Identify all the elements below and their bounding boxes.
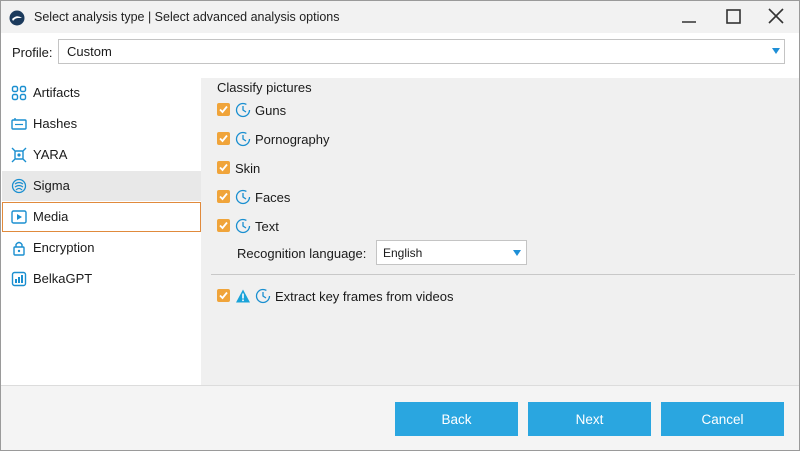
sidebar-item-label: BelkaGPT (33, 271, 93, 286)
checkbox[interactable] (217, 161, 230, 174)
window-title: Select analysis type | Select advanced a… (34, 10, 340, 24)
next-button[interactable]: Next (528, 402, 651, 436)
chevron-down-icon[interactable] (513, 250, 521, 256)
recognition-language-label: Recognition language: (237, 246, 367, 261)
checkbox[interactable] (217, 103, 230, 116)
yara-icon (11, 147, 27, 163)
sidebar-item-label: Artifacts (33, 85, 80, 100)
belkagpt-icon (11, 271, 27, 287)
sidebar-item-belkagpt[interactable]: BelkaGPT (2, 264, 201, 294)
warning-icon (236, 289, 250, 303)
divider (211, 274, 795, 275)
maximize-icon[interactable] (719, 5, 747, 29)
checkbox[interactable] (217, 190, 230, 203)
profile-label: Profile: (12, 45, 53, 60)
cancel-button[interactable]: Cancel (661, 402, 784, 436)
sidebar-item-label: Hashes (33, 116, 78, 131)
media-icon (11, 210, 27, 224)
checkbox[interactable] (217, 289, 230, 302)
clock-icon (235, 102, 251, 118)
sidebar-item-hashes[interactable]: Hashes (2, 109, 201, 139)
sidebar-item-media[interactable]: Media (2, 202, 201, 232)
profile-row: Profile: Custom (1, 37, 799, 67)
clock-icon (235, 131, 251, 147)
sigma-icon (11, 178, 27, 194)
back-button[interactable]: Back (395, 402, 518, 436)
checkbox[interactable] (217, 219, 230, 232)
footer: Back Next Cancel (1, 386, 799, 450)
title-bar: Select analysis type | Select advanced a… (1, 1, 799, 33)
option-label: Pornography (255, 132, 330, 147)
hashes-icon (11, 118, 27, 130)
option-label: Faces (255, 190, 291, 205)
sidebar-item-artifacts[interactable]: Artifacts (2, 78, 201, 108)
clock-icon (255, 288, 271, 304)
minimize-icon[interactable] (675, 5, 703, 29)
sidebar-item-label: YARA (33, 147, 68, 162)
dialog-window: Select analysis type | Select advanced a… (0, 0, 800, 451)
option-label: Skin (235, 161, 261, 176)
recognition-language-dropdown[interactable]: English (376, 240, 527, 265)
artifacts-icon (11, 85, 27, 101)
sidebar-item-label: Sigma (33, 178, 70, 193)
profile-value: Custom (67, 44, 112, 59)
option-label: Extract key frames from videos (275, 289, 454, 304)
sidebar-item-yara[interactable]: YARA (2, 140, 201, 170)
sidebar-item-label: Encryption (33, 240, 95, 255)
sidebar: Artifacts Hashes YARA Sigma Media Encryp… (2, 78, 201, 385)
section-title: Classify pictures (217, 80, 312, 95)
recognition-language-value: English (383, 246, 423, 260)
app-icon (9, 10, 25, 26)
lock-icon (13, 241, 25, 256)
checkbox[interactable] (217, 132, 230, 145)
option-label: Text (255, 219, 279, 234)
profile-dropdown[interactable]: Custom (58, 39, 785, 64)
sidebar-item-label: Media (33, 209, 69, 224)
clock-icon (235, 218, 251, 234)
sidebar-item-sigma[interactable]: Sigma (2, 171, 201, 201)
clock-icon (235, 189, 251, 205)
close-icon[interactable] (762, 5, 790, 29)
sidebar-item-encryption[interactable]: Encryption (2, 233, 201, 263)
chevron-down-icon[interactable] (772, 48, 780, 54)
option-label: Guns (255, 103, 287, 118)
media-options-panel: Classify pictures Guns Pornography Skin … (201, 78, 799, 385)
